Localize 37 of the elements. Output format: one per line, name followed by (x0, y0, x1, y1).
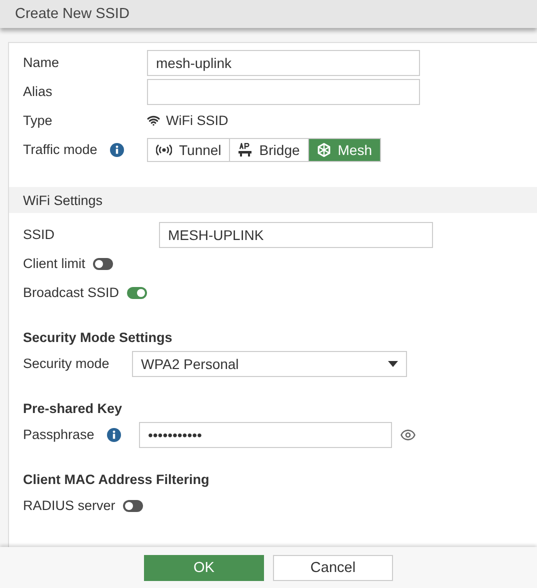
type-value: WiFi SSID (166, 113, 228, 128)
security-mode-dropdown[interactable]: WPA2 Personal (132, 350, 407, 376)
mode-toggle-button[interactable]: Mesh (308, 138, 381, 162)
toggle-switch[interactable] (123, 500, 144, 512)
toggle-switch[interactable] (127, 286, 148, 298)
section-header: WiFi Settings (9, 187, 537, 213)
cancel-button[interactable]: Cancel (273, 554, 393, 580)
caret-icon (388, 360, 398, 366)
field-label: SSID (23, 226, 56, 244)
section-heading: Pre-shared Key (22, 400, 124, 418)
mode-toggle-button[interactable]: Bridge (229, 138, 309, 162)
broadcast-icon (156, 144, 172, 156)
mesh-icon (316, 142, 331, 156)
field-label: Broadcast SSID (23, 284, 120, 302)
toggle-switch[interactable] (93, 258, 114, 270)
section-heading: Security Mode Settings (22, 328, 174, 347)
field-label: Alias (23, 83, 54, 101)
field-label: RADIUS server (23, 497, 116, 515)
mode-toggle-button[interactable]: Tunnel (147, 138, 230, 162)
field-label: Name (23, 54, 60, 72)
text-field[interactable]: MESH-UPLINK (159, 222, 433, 248)
text-field[interactable] (147, 78, 420, 104)
field-label: Type (23, 112, 54, 130)
passphrase-field[interactable]: ••••••••••• (139, 422, 392, 448)
info-icon[interactable] (110, 142, 124, 156)
field-label: Client limit (23, 255, 86, 273)
access-point-icon (238, 142, 252, 156)
field-label: Traffic mode (23, 141, 98, 159)
info-icon[interactable] (107, 428, 122, 442)
eye-icon[interactable] (400, 426, 416, 442)
field-label: Passphrase (23, 426, 94, 444)
field-label: Security mode (23, 355, 110, 373)
ok-button[interactable]: OK (144, 554, 264, 580)
dialog-title: Create New SSID (0, 0, 537, 28)
text-field[interactable]: mesh-uplink (147, 50, 420, 76)
wifi-icon (147, 114, 160, 127)
section-heading: Client MAC Address Filtering (22, 470, 210, 489)
